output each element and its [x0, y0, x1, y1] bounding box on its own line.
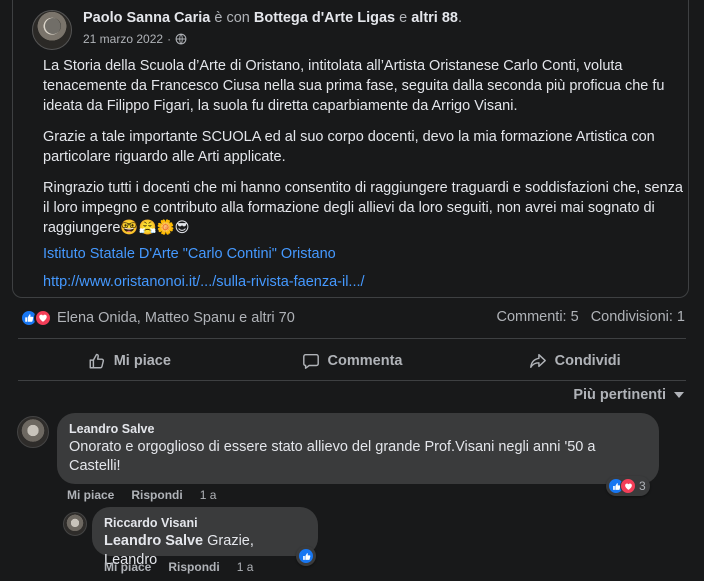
divider-bottom — [18, 380, 686, 381]
like-label: Mi piace — [113, 353, 171, 369]
post-date[interactable]: 21 marzo 2022 — [83, 32, 163, 46]
post-paragraph: Grazie a tale importante SCUOLA ed al su… — [43, 129, 655, 165]
reply-like-link[interactable]: Mi piace — [104, 560, 151, 574]
reactors-names[interactable]: Elena Onida, Matteo Spanu e altri 70 — [57, 310, 295, 326]
comment-author[interactable]: Leandro Salve — [69, 422, 647, 436]
author-avatar[interactable] — [32, 10, 72, 50]
comment-reactions-badge[interactable]: 3 — [606, 476, 650, 496]
share-button[interactable]: Condividi — [463, 344, 686, 378]
caret-down-icon — [674, 392, 684, 398]
reply-reactions-badge[interactable] — [296, 546, 316, 566]
link-istituto[interactable]: Istituto Statale D'Arte "Carlo Contini" … — [43, 244, 683, 264]
share-label: Condividi — [554, 353, 621, 369]
reply-author[interactable]: Riccardo Visani — [104, 516, 306, 530]
comment-bubble: Leandro Salve Onorato e orgoglioso di es… — [57, 413, 659, 484]
love-reaction-icon — [34, 309, 52, 327]
reply-meta: Mi piace Rispondi 1 a — [104, 560, 253, 574]
post-paragraph: Ringrazio tutti i docenti che mi hanno c… — [43, 180, 683, 236]
post-card: Paolo Sanna Caria è con Bottega d'Arte L… — [12, 0, 689, 298]
comment-text: Onorato e orgoglioso di essere stato all… — [69, 439, 596, 474]
reply-time[interactable]: 1 a — [237, 560, 254, 574]
reply-avatar[interactable] — [63, 512, 87, 536]
comment-button[interactable]: Commenta — [241, 344, 464, 378]
others-link[interactable]: altri 88 — [411, 10, 458, 26]
and-text: e — [399, 10, 408, 26]
with-text: è con — [214, 10, 250, 26]
like-button[interactable]: Mi piace — [18, 344, 241, 378]
like-reaction-icon — [298, 548, 314, 564]
comments-count[interactable]: Commenti: 5 — [496, 309, 578, 325]
reply-reply-link[interactable]: Rispondi — [168, 560, 219, 574]
comment-sort-dropdown[interactable]: Più pertinenti — [573, 387, 684, 403]
thumbs-up-icon — [89, 353, 104, 369]
comment-like-link[interactable]: Mi piace — [67, 488, 114, 502]
comment-icon — [302, 353, 319, 369]
link-url[interactable]: http://www.oristanonoi.it/.../sulla-rivi… — [43, 272, 683, 292]
reply-mention[interactable]: Leandro Salve — [104, 533, 203, 549]
globe-icon[interactable] — [175, 33, 187, 45]
meta-separator: · — [167, 32, 172, 46]
tagged-page[interactable]: Bottega d'Arte Ligas — [254, 10, 395, 26]
comment-reply-link[interactable]: Rispondi — [131, 488, 182, 502]
post-paragraph: La Storia della Scuola d’Arte di Oristan… — [43, 58, 665, 114]
commenter-avatar[interactable] — [17, 416, 49, 448]
sort-label: Più pertinenti — [573, 387, 666, 403]
reaction-count: 3 — [639, 479, 646, 493]
reply-bubble: Riccardo Visani Leandro Salve Grazie, Le… — [92, 507, 318, 568]
comment-time[interactable]: 1 a — [200, 488, 217, 502]
shares-count[interactable]: Condivisioni: 1 — [591, 309, 685, 325]
post-body: La Storia della Scuola d’Arte di Oristan… — [43, 56, 683, 292]
comment-label: Commenta — [327, 353, 403, 369]
post-meta: 21 marzo 2022 · — [83, 32, 187, 46]
share-icon — [529, 353, 546, 369]
divider-top — [18, 338, 686, 339]
post-counts: Commenti: 5 Condivisioni: 1 — [496, 309, 685, 325]
author-name[interactable]: Paolo Sanna Caria — [83, 10, 210, 26]
comment-meta: Mi piace Rispondi 1 a — [67, 488, 216, 502]
post-actions: Mi piace Commenta Condividi — [18, 344, 686, 378]
post-header: Paolo Sanna Caria è con Bottega d'Arte L… — [83, 10, 462, 26]
reactions-summary[interactable]: Elena Onida, Matteo Spanu e altri 70 — [20, 309, 295, 327]
love-reaction-icon — [620, 478, 636, 494]
header-period: . — [457, 10, 463, 26]
